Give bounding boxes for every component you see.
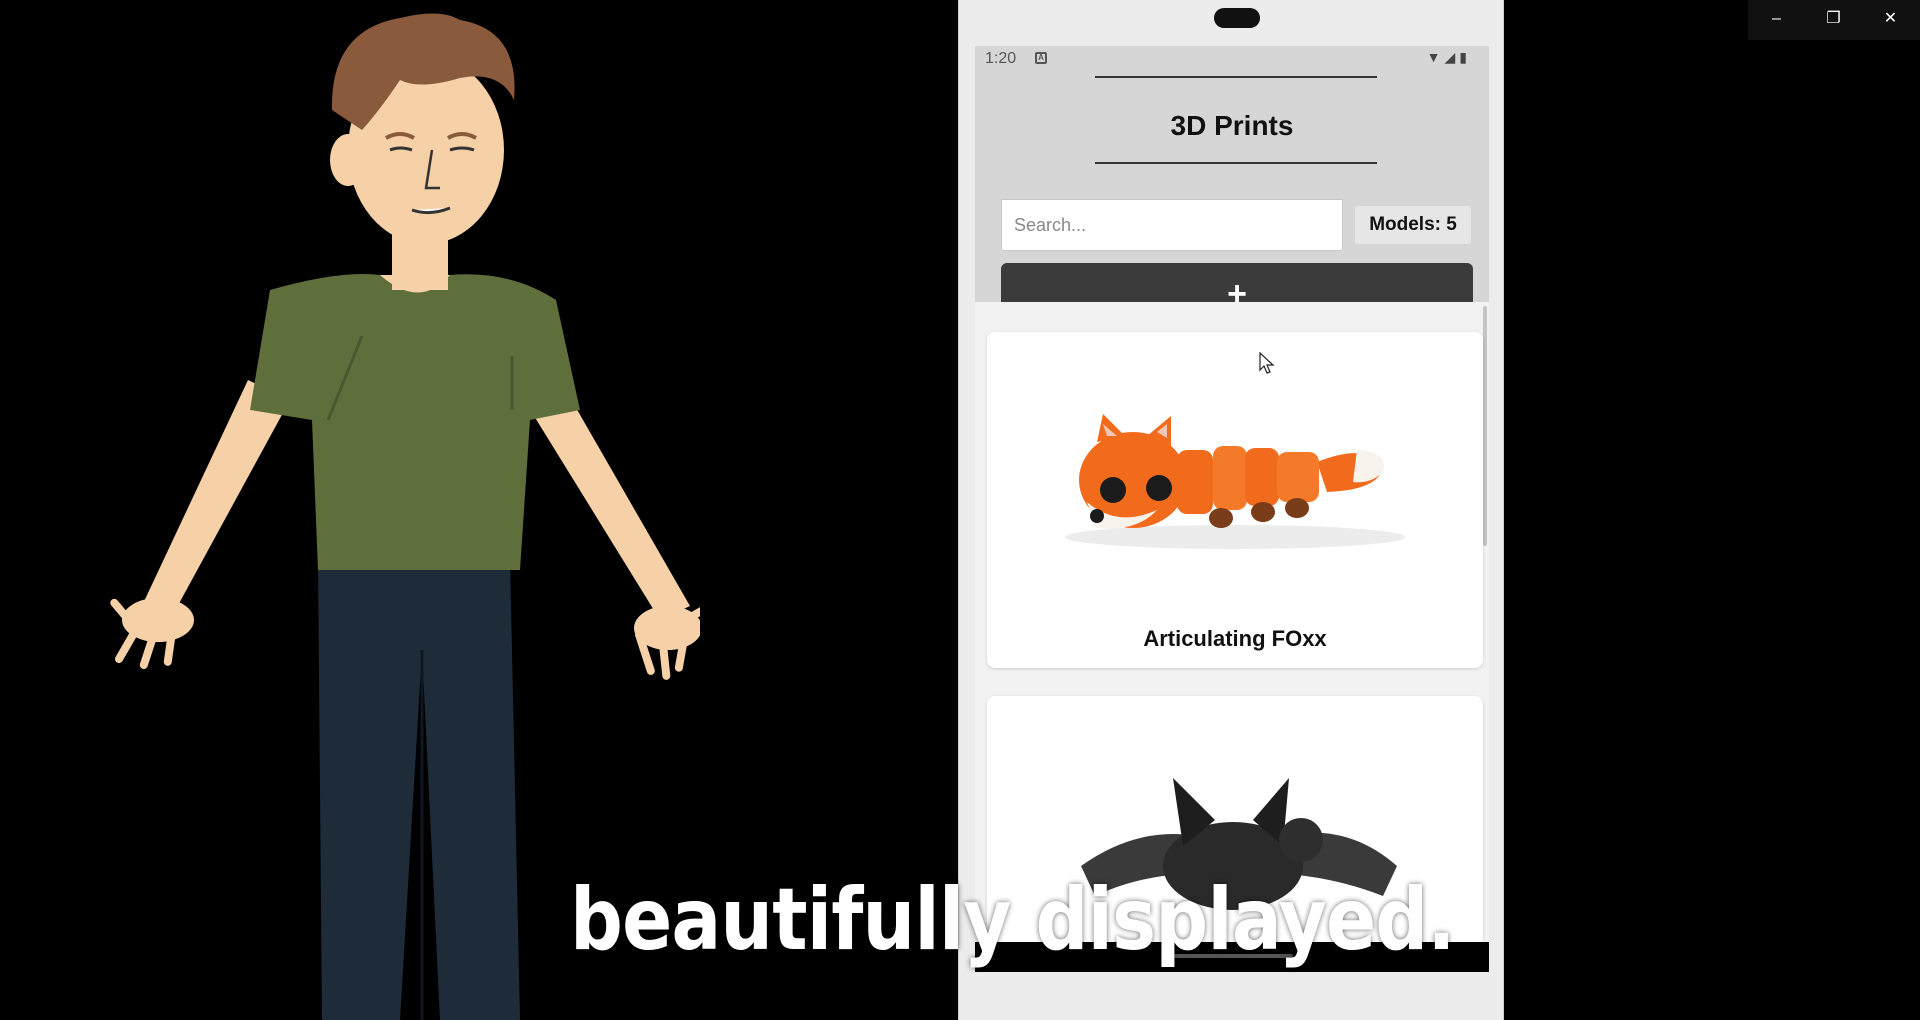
status-icons: ▼◢▮ bbox=[1427, 49, 1471, 66]
mouse-pointer-icon bbox=[1259, 352, 1275, 374]
signal-icon: ◢ bbox=[1444, 49, 1460, 65]
status-time: 1:20 bbox=[985, 50, 1017, 67]
notification-icon: A bbox=[1035, 52, 1047, 64]
battery-icon: ▮ bbox=[1459, 49, 1471, 65]
window-controls: – ❐ ✕ bbox=[1748, 0, 1920, 40]
close-button[interactable]: ✕ bbox=[1862, 0, 1919, 40]
fox-print-image bbox=[1065, 414, 1405, 549]
cartoon-presenter bbox=[110, 13, 700, 1020]
phone-screen: 1:20 A ▼◢▮ 3D Prints Models: 5 + bbox=[975, 46, 1489, 972]
minimize-button[interactable]: – bbox=[1748, 0, 1805, 40]
scrollbar[interactable] bbox=[1483, 306, 1487, 546]
search-input[interactable] bbox=[1001, 199, 1343, 251]
camera-notch bbox=[1214, 8, 1260, 28]
video-stage: 1:20 A ▼◢▮ 3D Prints Models: 5 + bbox=[0, 0, 1920, 1020]
phone-emulator: 1:20 A ▼◢▮ 3D Prints Models: 5 + bbox=[958, 0, 1504, 1020]
title-divider-bottom bbox=[1095, 162, 1377, 164]
app-header: 3D Prints Models: 5 + bbox=[975, 72, 1489, 327]
status-bar: 1:20 A ▼◢▮ bbox=[975, 46, 1489, 72]
video-caption: beautifully displayed. bbox=[570, 870, 1455, 970]
wifi-icon: ▼ bbox=[1426, 49, 1445, 65]
page-title: 3D Prints bbox=[1170, 110, 1294, 141]
card-title: Articulating FOxx bbox=[1143, 626, 1327, 651]
title-divider-top bbox=[1095, 76, 1377, 78]
model-card[interactable]: Articulating FOxx bbox=[987, 332, 1483, 668]
models-count-badge: Models: 5 bbox=[1355, 206, 1471, 244]
maximize-button[interactable]: ❐ bbox=[1805, 0, 1862, 40]
